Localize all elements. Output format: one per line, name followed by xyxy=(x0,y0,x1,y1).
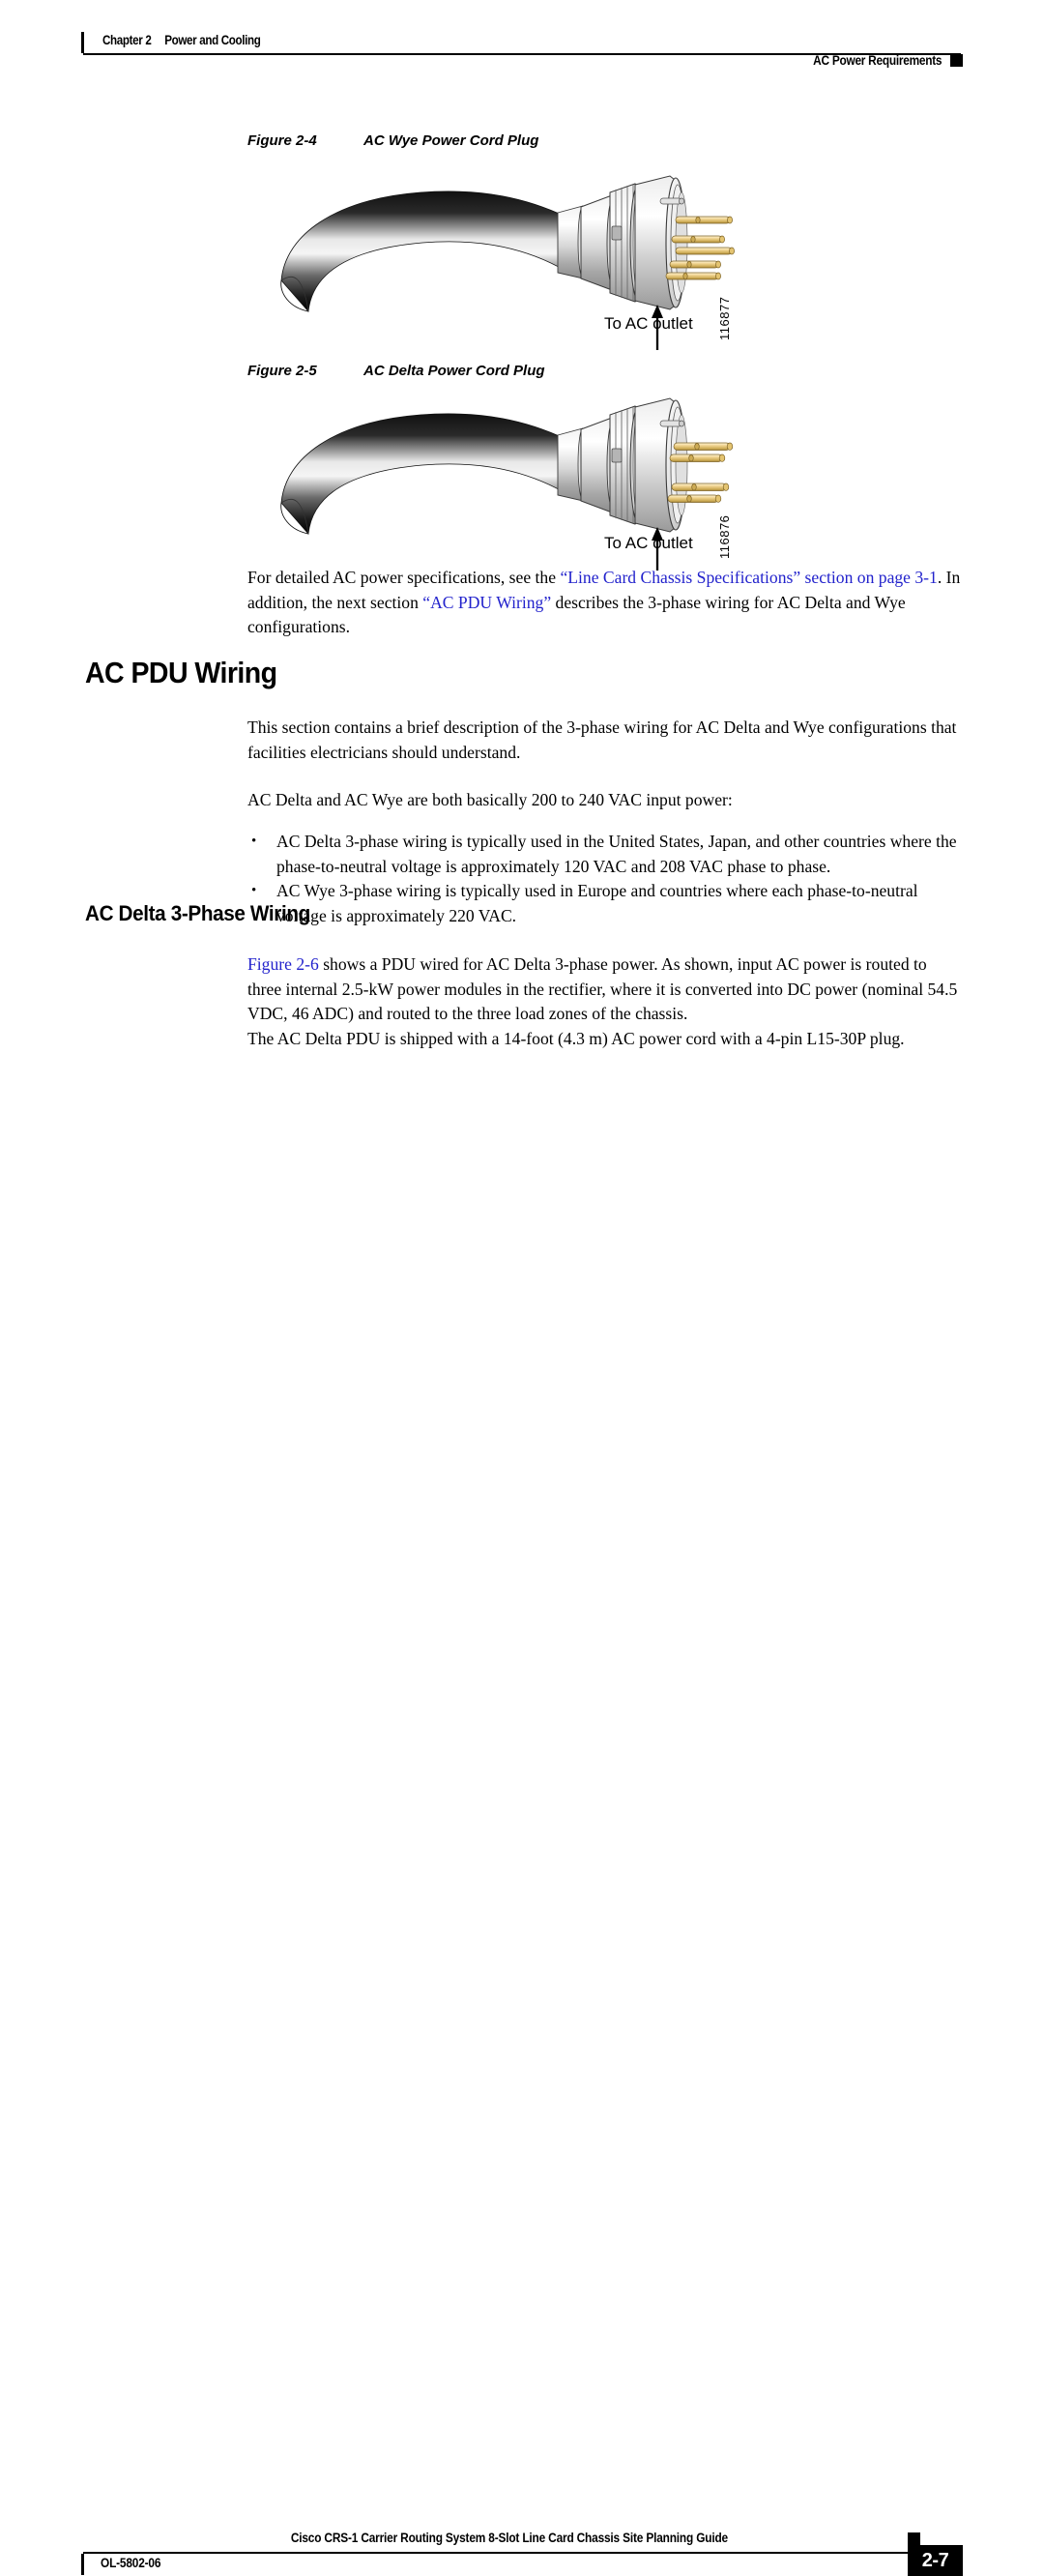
header-chapter-title: Power and Cooling xyxy=(164,33,261,47)
figure-2-5-image-id: 116876 xyxy=(717,514,732,559)
figure-title-2-4: AC Wye Power Cord Plug xyxy=(363,132,539,149)
header-chapter-number: Chapter 2 xyxy=(102,33,152,47)
footer-rule xyxy=(83,2552,908,2554)
figure-number-2-4: Figure 2-4 xyxy=(247,132,317,149)
section-paragraph-1: This section contains a brief descriptio… xyxy=(247,717,957,762)
header-chapter: Chapter 2 Power and Cooling xyxy=(102,33,261,47)
page-title-ac-pdu-wiring: AC PDU Wiring xyxy=(85,656,277,689)
delta-paragraph-2: The AC Delta PDU is shipped with a 14-fo… xyxy=(247,1029,905,1048)
delta-paragraph-1-rest: shows a PDU wired for AC Delta 3-phase p… xyxy=(247,954,958,1023)
footer-guide-title: Cisco CRS-1 Carrier Routing System 8-Slo… xyxy=(0,2531,1044,2545)
figure-title-2-5: AC Delta Power Cord Plug xyxy=(363,363,545,379)
intro-paragraph: For detailed AC power specifications, se… xyxy=(247,566,963,640)
link-ac-pdu-wiring[interactable]: “AC PDU Wiring” xyxy=(422,593,551,612)
footer-guide-title-text: Cisco CRS-1 Carrier Routing System 8-Slo… xyxy=(290,2531,729,2545)
page-footer: Cisco CRS-1 Carrier Routing System 8-Slo… xyxy=(0,1264,1044,2576)
list-item: AC Wye 3-phase wiring is typically used … xyxy=(247,879,968,928)
list-item: AC Delta 3-phase wiring is typically use… xyxy=(247,830,968,879)
header-square-marker xyxy=(950,54,963,67)
figure-2-4-image-id: 116877 xyxy=(717,296,732,340)
footer-doc-id: OL-5802-06 xyxy=(101,2556,161,2570)
intro-part1: For detailed AC power specifications, se… xyxy=(247,568,561,587)
delta-paragraph-1: Figure 2-6 shows a PDU wired for AC Delt… xyxy=(247,952,963,1027)
figure-2-4-arrow-label: To AC outlet xyxy=(604,314,693,333)
section-paragraph-2: AC Delta and AC Wye are both basically 2… xyxy=(247,790,733,809)
footer-page-number: 2-7 xyxy=(908,2545,963,2576)
link-line-card-chassis-specifications[interactable]: “Line Card Chassis Specifications” secti… xyxy=(560,568,937,587)
figure-caption-2-4: Figure 2-4 AC Wye Power Cord Plug xyxy=(247,132,538,149)
header-section-title: AC Power Requirements xyxy=(812,53,942,68)
subsection-title-ac-delta-3-phase-wiring: AC Delta 3-Phase Wiring xyxy=(85,901,310,925)
figure-caption-2-5: Figure 2-5 AC Delta Power Cord Plug xyxy=(247,363,545,379)
link-figure-2-6[interactable]: Figure 2-6 xyxy=(247,954,319,974)
figure-2-5-arrow-label: To AC outlet xyxy=(604,534,693,552)
footer-square-marker xyxy=(908,2532,920,2545)
figure-image-ac-delta-plug xyxy=(276,395,740,588)
page-header: Chapter 2 Power and Cooling AC Power Requ… xyxy=(0,0,1044,77)
header-left-tick xyxy=(81,32,84,53)
footer-left-tick xyxy=(81,2554,84,2575)
figure-number-2-5: Figure 2-5 xyxy=(247,363,317,379)
